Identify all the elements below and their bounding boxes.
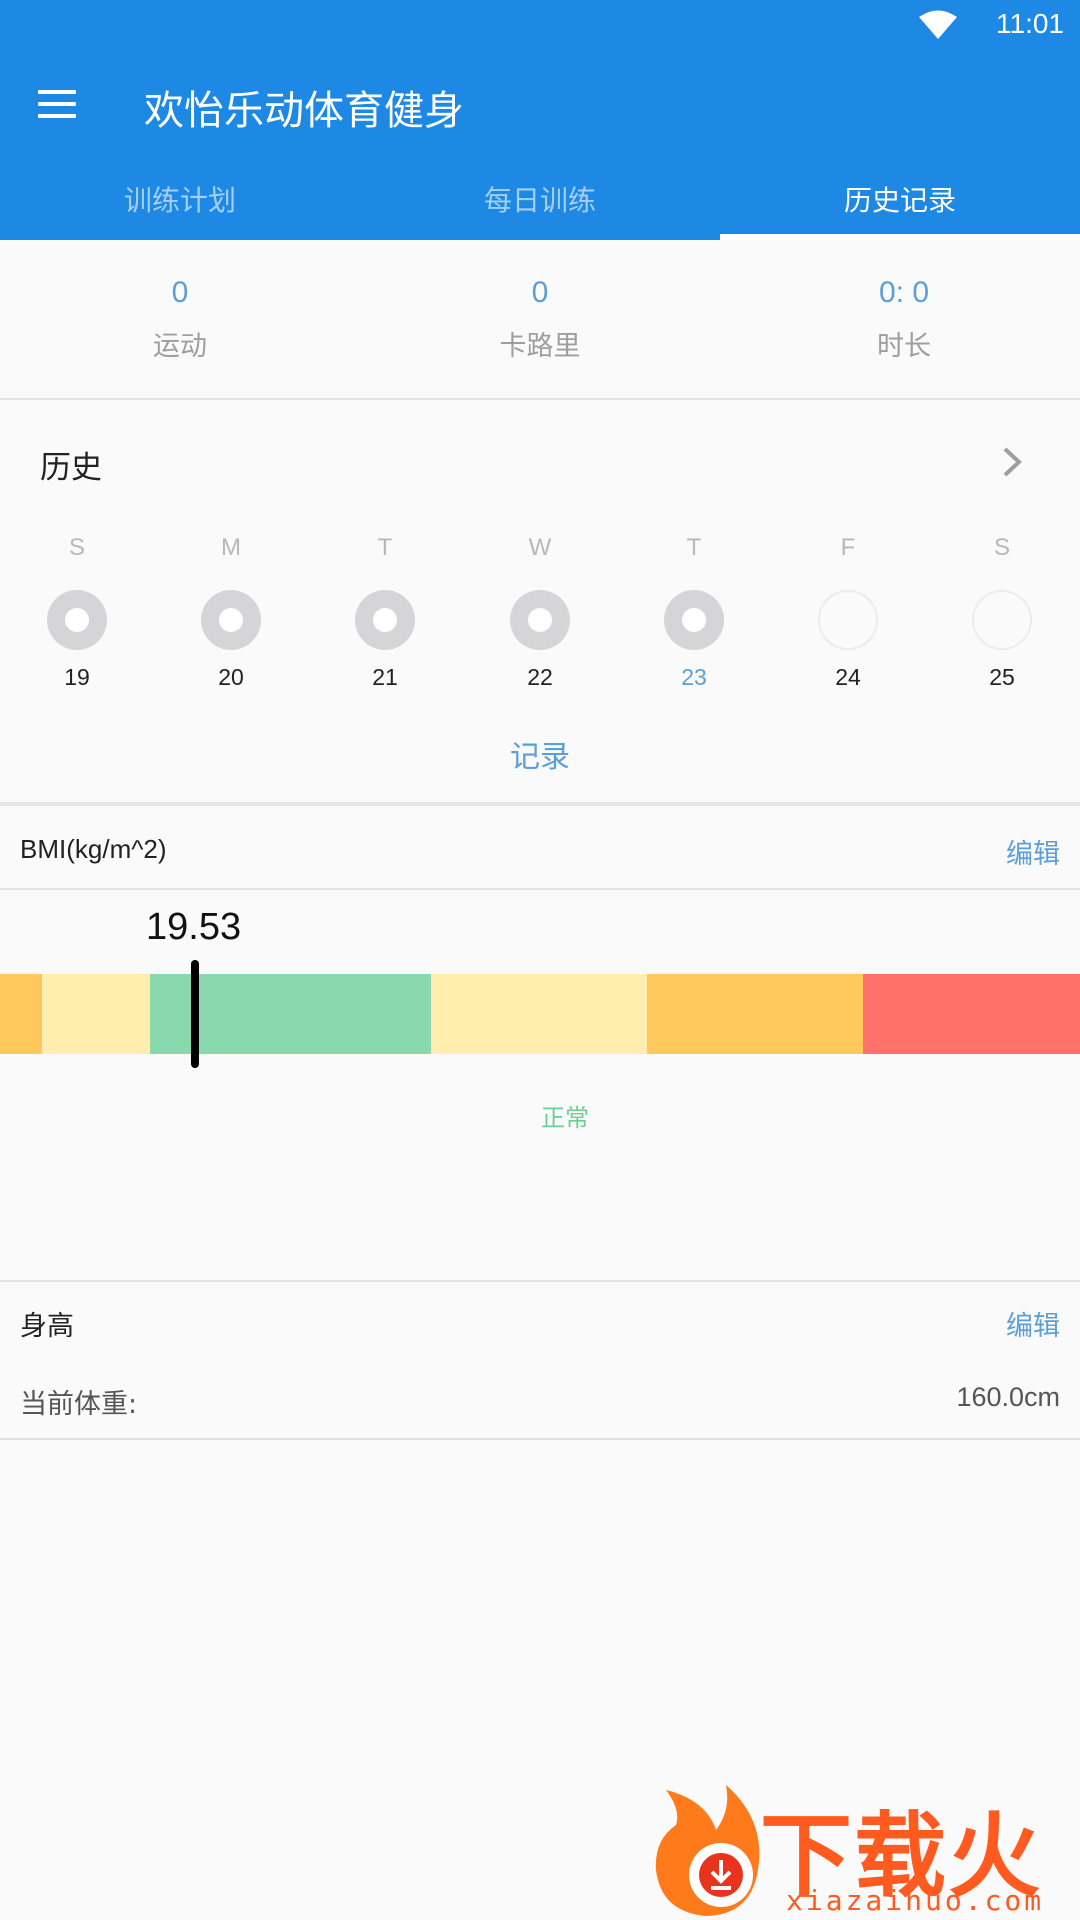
weekday-label: W	[528, 534, 552, 561]
weekday-label: T	[686, 534, 702, 561]
bmi-scale-bar	[0, 974, 1080, 1054]
stat-calories-label: 卡路里	[499, 331, 581, 362]
flame-logo-icon	[655, 1785, 760, 1916]
day-date: 22	[527, 664, 553, 690]
bmi-value: 19.53	[146, 906, 242, 948]
day-status-circle[interactable]	[201, 590, 261, 650]
history-card: 历史 S M T W T F S 19 20 21 22 23 24 25 记录	[0, 402, 1080, 806]
bmi-scale-segment	[863, 974, 1080, 1054]
day-status-circle[interactable]	[818, 590, 878, 650]
day-date-today: 23	[681, 664, 707, 690]
weekday-label: M	[221, 534, 241, 561]
day-status-circle[interactable]	[510, 590, 570, 650]
weekday-label: T	[377, 534, 393, 561]
bmi-header: BMI(kg/m^2) 编辑	[0, 810, 1080, 890]
weekday-label: F	[840, 534, 856, 561]
current-weight-value: 160.0cm	[956, 1382, 1060, 1412]
stat-calories-value: 0	[531, 276, 549, 309]
day-date: 21	[372, 664, 398, 690]
height-title: 身高	[20, 1311, 74, 1342]
day-date: 19	[64, 664, 90, 690]
app-title: 欢怡乐动体育健身	[144, 88, 464, 134]
height-card: 身高 编辑 当前体重: 160.0cm	[0, 1282, 1080, 1440]
bmi-scale-segment	[431, 974, 647, 1054]
tab-bar: 训练计划 每日训练 历史记录	[0, 170, 1080, 240]
day-status-circle-today[interactable]	[664, 590, 724, 650]
stat-duration: 0: 0 时长	[724, 276, 1080, 363]
day-date: 25	[989, 664, 1015, 690]
bmi-card: BMI(kg/m^2) 编辑 19.53 正常	[0, 810, 1080, 1282]
app-bar: 11:01 欢怡乐动体育健身 训练计划 每日训练 历史记录	[0, 0, 1080, 240]
stat-exercise: 0 运动	[0, 276, 360, 363]
day-status-circle[interactable]	[47, 590, 107, 650]
watermark: 下载火 xiazaihuo.com	[636, 1780, 1080, 1920]
chevron-right-icon[interactable]	[1000, 446, 1024, 478]
bmi-category: 正常	[541, 1104, 589, 1132]
bmi-scale-segment	[0, 974, 42, 1054]
tab-training-plan[interactable]: 训练计划	[0, 170, 360, 240]
stat-calories: 0 卡路里	[360, 276, 720, 363]
tab-history-records[interactable]: 历史记录	[720, 170, 1080, 240]
weekday-label: S	[68, 534, 85, 561]
stat-duration-label: 时长	[877, 331, 931, 362]
current-weight-label: 当前体重:	[20, 1389, 138, 1420]
wifi-icon	[919, 10, 957, 39]
status-time: 11:01	[996, 8, 1064, 39]
weekday-label: S	[993, 534, 1010, 561]
watermark-url: xiazaihuo.com	[786, 1884, 1045, 1917]
day-date: 20	[218, 664, 244, 690]
stat-exercise-value: 0	[171, 276, 189, 309]
bmi-marker	[191, 960, 199, 1068]
record-link[interactable]: 记录	[0, 732, 1080, 776]
bmi-edit-button[interactable]: 编辑	[1006, 832, 1060, 871]
stat-duration-value: 0: 0	[878, 276, 930, 309]
stats-summary: 0 运动 0 卡路里 0: 0 时长	[0, 240, 1080, 400]
bmi-scale-segment	[42, 974, 150, 1054]
tab-daily-training[interactable]: 每日训练	[360, 170, 720, 240]
status-bar: 11:01	[0, 0, 1080, 50]
stat-exercise-label: 运动	[153, 331, 207, 362]
height-edit-button[interactable]: 编辑	[1006, 1304, 1060, 1343]
menu-icon[interactable]	[38, 90, 76, 118]
day-status-circle[interactable]	[355, 590, 415, 650]
day-status-circle[interactable]	[972, 590, 1032, 650]
bmi-scale-segment	[647, 974, 863, 1054]
day-date: 24	[835, 664, 861, 690]
history-title[interactable]: 历史	[40, 442, 102, 487]
bmi-title: BMI(kg/m^2)	[20, 834, 167, 864]
